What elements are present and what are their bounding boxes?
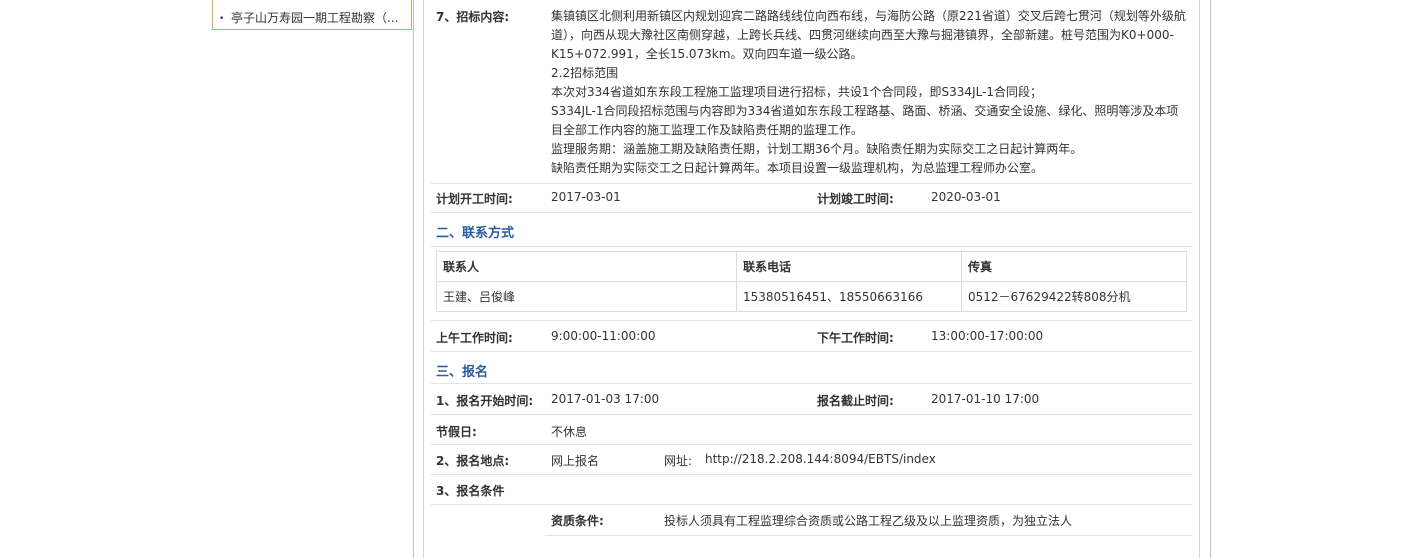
content-line: 缺陷责任期为实际交工之日起计算两年。本项目设置一级监理机构，为总监理工程师办公室…: [551, 161, 1044, 175]
content-line: S334JL-1合同段招标范围与内容即为334省道如东东段工程路基、路面、桥涵、…: [551, 104, 1179, 118]
content-line: 2.2招标范围: [551, 66, 619, 80]
content-line: 监理服务期：涵盖施工期及缺陷责任期，计划工期36个月。缺陷责任期为实际交工之日起…: [551, 142, 1083, 156]
qualification-value: 投标人须具有工程监理综合资质或公路工程乙级及以上监理资质，为独立法人: [664, 514, 1073, 528]
contact-table: 联系人 联系电话 传真 王建、吕俊峰 15380516451、185506631…: [436, 251, 1187, 312]
column-header-fax: 传真: [961, 251, 1187, 282]
divider: [431, 383, 1192, 384]
am-hours-value: 9:00:00-11:00:00: [551, 329, 656, 343]
contact-section-title: 二、联系方式: [436, 226, 515, 241]
contact-phone-cell: 15380516451、18550663166: [736, 281, 962, 312]
planned-end-label: 计划竣工时间:: [817, 192, 894, 206]
registration-conditions-label: 3、报名条件: [436, 484, 505, 498]
column-header-phone: 联系电话: [736, 251, 962, 282]
divider: [431, 246, 1192, 247]
registration-place-label: 2、报名地点:: [436, 454, 510, 468]
registration-end-label: 报名截止时间:: [817, 394, 894, 408]
registration-url-link[interactable]: http://218.2.208.144:8094/EBTS/index: [705, 452, 936, 466]
divider: [431, 414, 1192, 415]
divider: [431, 320, 1192, 321]
url-label: 网址:: [664, 454, 693, 468]
table-header-row: 联系人 联系电话 传真: [436, 251, 1187, 282]
divider: [431, 183, 1192, 184]
content-line: 本次对334省道如东东段工程施工监理项目进行招标，共设1个合同段，即S334JL…: [551, 85, 1043, 99]
sidebar-panel: • 亭子山万寿园一期工程勘察（...: [212, 0, 412, 30]
holiday-label: 节假日:: [436, 425, 477, 439]
planned-end-value: 2020-03-01: [931, 190, 1001, 204]
registration-section-title: 三、报名: [436, 365, 489, 380]
divider: [431, 504, 1192, 505]
planned-start-value: 2017-03-01: [551, 190, 621, 204]
bullet-icon: •: [219, 14, 225, 24]
registration-end-value: 2017-01-10 17:00: [931, 392, 1040, 406]
content-line: K15+072.991，全长15.073km。双向四车道一级公路。: [551, 47, 863, 61]
planned-start-label: 计划开工时间:: [436, 192, 513, 206]
contact-person-cell: 王建、吕俊峰: [436, 281, 737, 312]
divider: [431, 351, 1192, 352]
pm-hours-value: 13:00:00-17:00:00: [931, 329, 1044, 343]
sidebar-item-project[interactable]: • 亭子山万寿园一期工程勘察（...: [219, 9, 409, 26]
contact-fax-cell: 0512－67629422转808分机: [961, 281, 1187, 312]
column-header-contact-person: 联系人: [436, 251, 737, 282]
sidebar-item-label: 亭子山万寿园一期工程勘察（...: [231, 11, 399, 25]
divider: [545, 535, 1192, 536]
content-line: 道），向西从现大豫社区南侧穿越，上跨长兵线、四贯河继续向西至大豫与掘港镇界，全部…: [551, 28, 1174, 42]
pm-hours-label: 下午工作时间:: [817, 331, 894, 345]
registration-start-value: 2017-01-03 17:00: [551, 392, 660, 406]
divider: [431, 444, 1192, 445]
holiday-value: 不休息: [551, 425, 588, 439]
am-hours-label: 上午工作时间:: [436, 331, 513, 345]
qualification-label: 资质条件:: [551, 514, 604, 528]
section7-label: 7、招标内容:: [436, 10, 510, 24]
registration-place-value: 网上报名: [551, 454, 600, 468]
registration-start-label: 1、报名开始时间:: [436, 394, 534, 408]
table-row: 王建、吕俊峰 15380516451、18550663166 0512－6762…: [436, 281, 1187, 312]
divider: [431, 212, 1192, 213]
content-line: 目全部工作内容的施工监理工作及缺陷责任期的监理工作。: [551, 123, 864, 137]
content-line: 集镇镇区北侧利用新镇区内规划迎宾二路路线线位向西布线，与海防公路（原221省道）…: [551, 9, 1186, 23]
divider: [431, 474, 1192, 475]
section7-content: 集镇镇区北侧利用新镇区内规划迎宾二路路线线位向西布线，与海防公路（原221省道）…: [551, 7, 1191, 178]
